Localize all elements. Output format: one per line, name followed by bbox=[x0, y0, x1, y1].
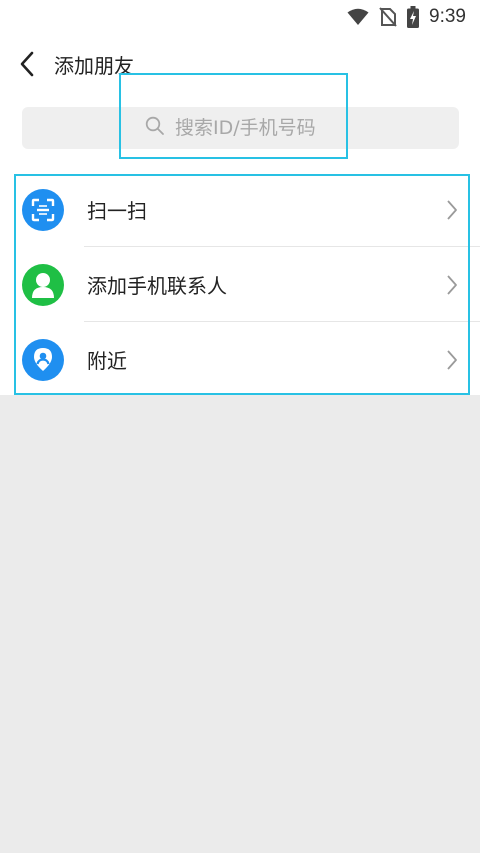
list-item-nearby[interactable]: 附近 bbox=[0, 322, 480, 397]
battery-charging-icon bbox=[407, 6, 420, 28]
list-item-scan[interactable]: 扫一扫 bbox=[0, 172, 480, 247]
menu-list: 扫一扫 添加手机联系人 附近 bbox=[0, 172, 480, 397]
wifi-icon bbox=[347, 8, 369, 26]
chevron-right-icon bbox=[446, 349, 458, 375]
list-item-label: 添加手机联系人 bbox=[87, 274, 227, 298]
list-item-add-contacts[interactable]: 添加手机联系人 bbox=[0, 247, 480, 322]
location-icon bbox=[22, 338, 64, 381]
back-arrow-icon bbox=[20, 51, 34, 77]
contact-icon bbox=[22, 263, 64, 306]
list-item-label: 扫一扫 bbox=[87, 199, 147, 223]
status-bar: 9:39 bbox=[0, 0, 480, 34]
chevron-right-icon bbox=[446, 274, 458, 300]
search-icon bbox=[145, 116, 165, 140]
scan-icon bbox=[22, 188, 64, 231]
chevron-right-icon bbox=[446, 199, 458, 225]
back-button[interactable] bbox=[2, 40, 52, 88]
search-bar[interactable] bbox=[22, 107, 459, 149]
search-input[interactable] bbox=[175, 117, 375, 139]
list-item-label: 附近 bbox=[87, 349, 127, 373]
header: 添加朋友 bbox=[0, 40, 480, 88]
no-sim-icon bbox=[379, 7, 397, 27]
status-time: 9:39 bbox=[429, 6, 466, 27]
page-title: 添加朋友 bbox=[54, 53, 134, 78]
